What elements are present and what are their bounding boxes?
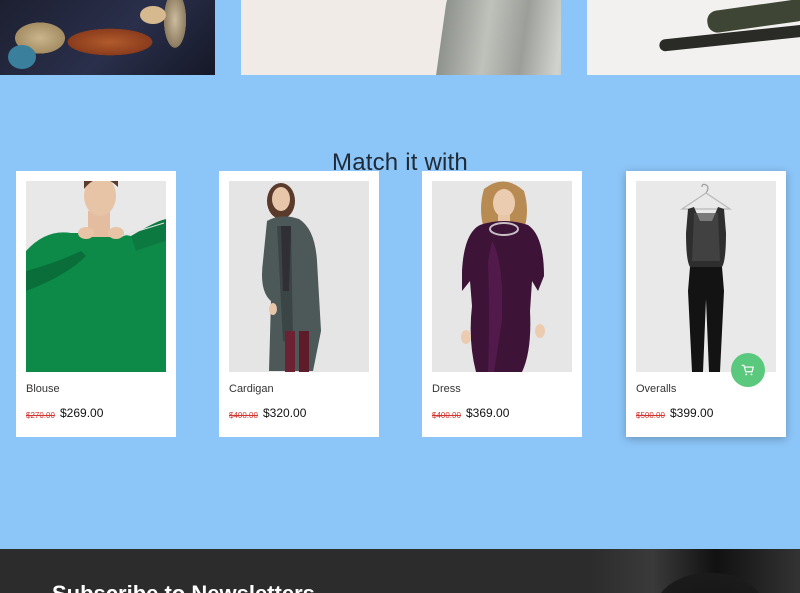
sandal-image[interactable]	[587, 0, 800, 75]
product-name[interactable]: Blouse	[26, 383, 60, 395]
floral-scarf-image[interactable]	[0, 0, 215, 75]
old-price: $400.00	[432, 411, 461, 420]
coat-image[interactable]	[241, 0, 561, 75]
top-image-strip	[0, 0, 800, 75]
price: $369.00	[466, 406, 510, 420]
old-price: $270.00	[26, 411, 55, 420]
newsletter-title: Subscribe to Newsletters	[52, 581, 315, 593]
product-name[interactable]: Dress	[432, 383, 461, 395]
price: $320.00	[263, 406, 307, 420]
price: $399.00	[670, 406, 714, 420]
image-detail	[140, 6, 166, 24]
product-card-blouse[interactable]: Blouse $270.00 $269.00	[16, 171, 176, 437]
cart-icon	[741, 364, 754, 376]
product-image[interactable]	[26, 181, 166, 372]
newsletter-background-image	[590, 549, 800, 593]
newsletter-section: Subscribe to Newsletters	[0, 549, 800, 593]
product-card-dress[interactable]: Dress $400.00 $369.00	[422, 171, 582, 437]
product-image[interactable]	[229, 181, 369, 372]
blouse-photo	[26, 181, 166, 372]
product-card-cardigan[interactable]: Cardigan $400.00 $320.00	[219, 171, 379, 437]
product-image[interactable]	[432, 181, 572, 372]
old-price: $400.00	[229, 411, 258, 420]
product-image[interactable]	[636, 181, 776, 372]
product-name[interactable]: Overalls	[636, 383, 676, 395]
cardigan-photo	[229, 181, 369, 372]
overalls-photo	[636, 181, 776, 372]
add-to-cart-button[interactable]	[731, 353, 765, 387]
dress-photo	[432, 181, 572, 372]
product-card-overalls[interactable]: Overalls $500.00 $399.00	[626, 171, 786, 437]
image-detail	[8, 45, 36, 69]
image-detail	[432, 0, 561, 75]
price: $269.00	[60, 406, 104, 420]
old-price: $500.00	[636, 411, 665, 420]
product-name[interactable]: Cardigan	[229, 383, 274, 395]
